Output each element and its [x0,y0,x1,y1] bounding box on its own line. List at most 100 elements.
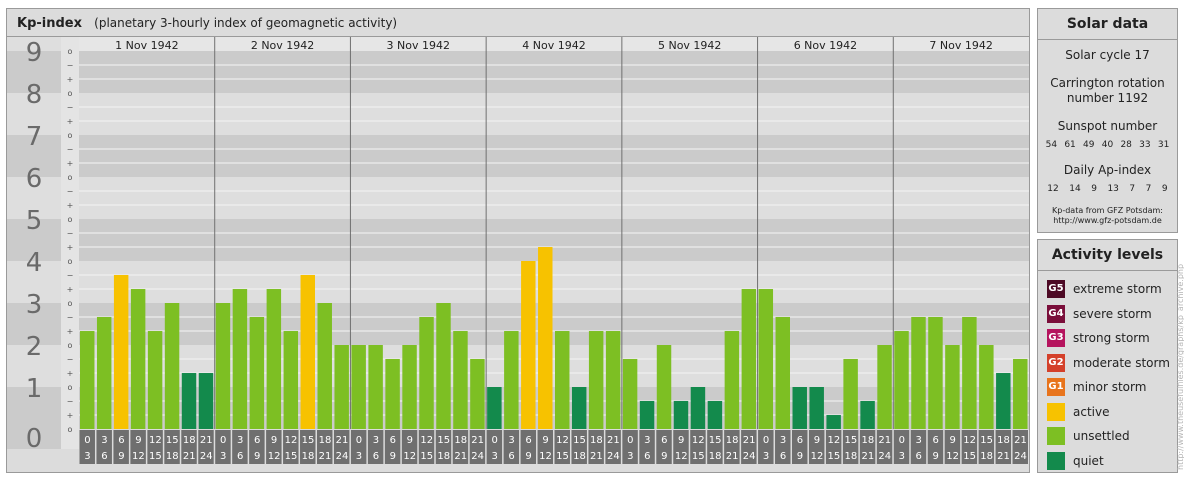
interval-start-label: 3 [916,435,922,446]
interval-start-label: 18 [454,435,467,446]
ap-values: 12 14 9 13 7 7 9 [1042,184,1173,194]
interval-start-label: 21 [743,435,756,446]
y-tick-label: 6 [26,164,43,194]
interval-end-label: 18 [709,451,722,462]
interval-end-label: 6 [237,451,243,462]
kp-bar [605,331,621,429]
legend-swatch [1047,451,1065,470]
interval-start-label: 18 [861,435,874,446]
legend-label: minor storm [1073,380,1147,395]
kp-bar [402,345,417,429]
day-label: 6 Nov 1942 [794,39,857,52]
sunspot-label: Sunspot number [1057,119,1158,133]
interval-start-label: 0 [899,435,905,446]
interval-end-label: 6 [373,451,379,462]
day-label: 2 Nov 1942 [251,39,314,52]
kp-bar [571,387,587,429]
legend-item: G1 minor storm [1047,375,1177,400]
interval-start-label: 6 [525,435,531,446]
band [79,135,1029,177]
interval-start-label: 9 [949,435,955,446]
interval-start-label: 3 [373,435,379,446]
interval-end-label: 21 [861,451,874,462]
interval-end-label: 3 [220,451,226,462]
day-label: 5 Nov 1942 [658,39,721,52]
kp-bar [504,331,519,429]
kp-bar [436,303,451,429]
interval-start-label: 12 [692,435,705,446]
y-tick-label: 1 [26,374,43,404]
credit-link[interactable]: http://www.gfz-potsdam.de [1038,216,1177,226]
interval-end-label: 15 [149,451,162,462]
sub-tick-label: − [67,271,74,280]
legend-item: quiet [1047,449,1177,474]
chart-title-bar: Kp-index (planetary 3-hourly index of ge… [7,9,1029,37]
kp-bar [419,316,434,429]
interval-start-label: 6 [254,435,260,446]
kp-bar [911,316,926,429]
ap-value: 12 [1047,184,1059,194]
interval-start-label: 6 [797,435,803,446]
interval-start-label: 21 [336,435,349,446]
interval-end-label: 24 [1014,451,1027,462]
interval-end-label: 9 [933,451,939,462]
sub-tick-label: − [67,61,74,70]
interval-start-label: 15 [980,435,993,446]
interval-end-label: 15 [285,451,298,462]
legend-swatch: G1 [1047,378,1065,397]
sub-tick-label: + [67,327,74,336]
kp-chart-panel: 0 1 2 3 4 5 6 7 8 9 o + − o + − o + − o + − o + − o + − o + − o + − o + − o 1 … [6,8,1030,473]
sub-tick-label: + [67,411,74,420]
kp-bar [555,331,570,429]
interval-start-label: 12 [420,435,433,446]
band [79,219,1029,261]
band [79,93,1029,135]
interval-start-label: 18 [590,435,603,446]
interval-end-label: 18 [302,451,315,462]
kp-bar [639,400,655,429]
sub-tick-label: o [68,299,73,308]
interval-start-label: 3 [780,435,786,446]
y-tick-label: 9 [26,38,43,68]
interval-end-label: 3 [356,451,362,462]
kp-bar [249,316,265,429]
kp-bar [962,316,977,429]
kp-bar [928,316,943,429]
kp-bar [741,289,757,429]
interval-end-label: 3 [84,451,90,462]
interval-start-label: 0 [763,435,769,446]
interval-end-label: 24 [743,451,756,462]
sunspot-value: 33 [1139,140,1151,150]
sunspot-value: 61 [1064,140,1076,150]
interval-start-label: 9 [814,435,820,446]
kp-bar [979,345,994,429]
interval-end-label: 3 [763,451,769,462]
day-label: 3 Nov 1942 [387,39,450,52]
band [79,51,1029,93]
interval-start-label: 9 [135,435,141,446]
legend-swatch: G3 [1047,329,1065,348]
kp-bar [724,331,740,429]
carrington-line-1: Carrington rotation [1050,76,1165,90]
kp-bar [266,289,282,429]
interval-end-label: 15 [420,451,433,462]
interval-end-label: 9 [254,451,260,462]
interval-start-label: 12 [556,435,569,446]
legend-swatch: G4 [1047,304,1065,323]
interval-start-label: 9 [542,435,548,446]
interval-start-label: 6 [390,435,396,446]
interval-start-label: 6 [933,435,939,446]
interval-start-label: 9 [407,435,413,446]
ap-label: Daily Ap-index [1063,163,1152,177]
sub-tick-label: o [68,89,73,98]
y-tick-label: 3 [26,290,43,320]
sunspot-value: 54 [1045,140,1058,150]
kp-bar [673,400,689,429]
sunspot-values: 54 61 49 40 28 33 31 [1042,140,1173,150]
kp-bar [130,289,146,429]
sub-tick-label: o [68,215,73,224]
legend-item: G5 extreme storm [1047,277,1177,302]
interval-end-label: 18 [573,451,586,462]
interval-start-label: 18 [183,435,196,446]
kp-bar [809,387,824,429]
